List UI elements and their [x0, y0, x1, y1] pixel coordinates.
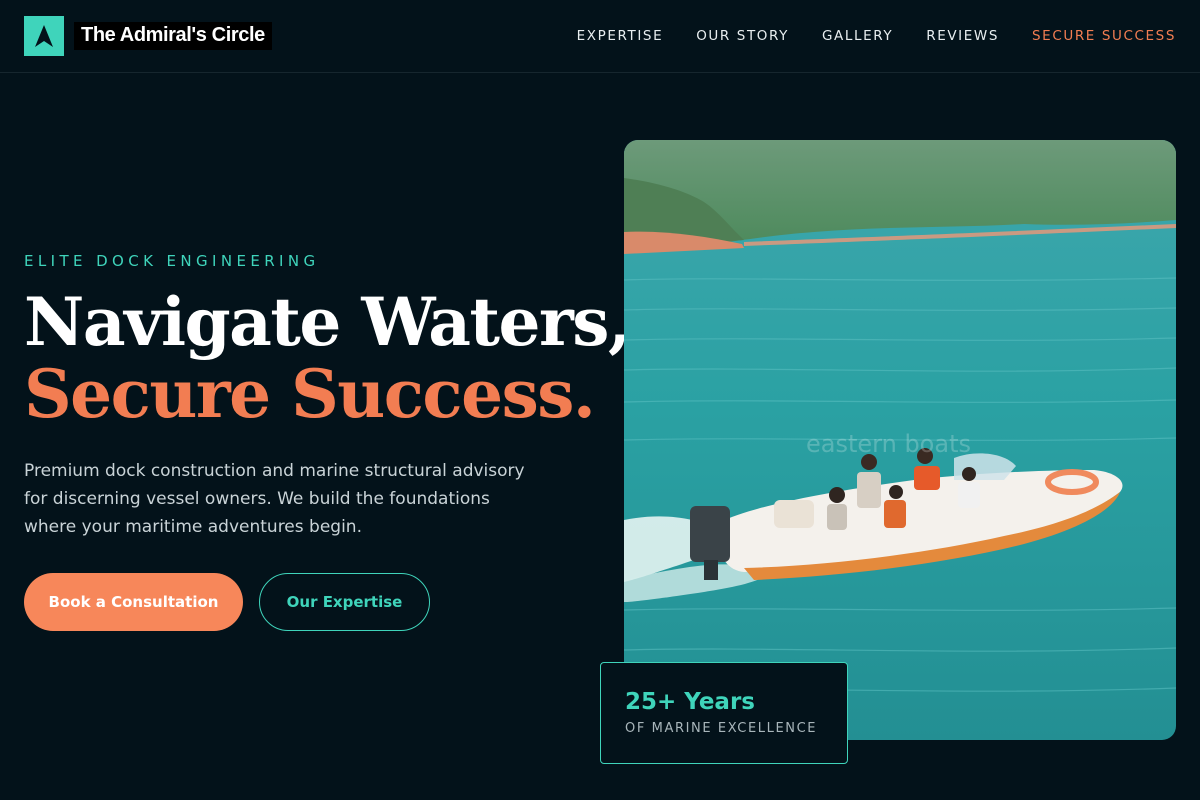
- nav-link-our-story[interactable]: OUR STORY: [696, 28, 789, 44]
- brand-logo: [24, 16, 64, 56]
- brand-name: The Admiral's Circle: [74, 22, 272, 50]
- speedboat-photo: eastern boats: [624, 140, 1176, 740]
- our-expertise-button[interactable]: Our Expertise: [259, 573, 430, 631]
- navigation-arrow-icon: [35, 25, 53, 47]
- stat-value: 25+ Years: [625, 689, 755, 715]
- top-navbar: The Admiral's Circle EXPERTISE OUR STORY…: [0, 0, 1200, 73]
- nav-link-secure-success[interactable]: SECURE SUCCESS: [1032, 28, 1176, 44]
- main-nav: EXPERTISE OUR STORY GALLERY REVIEWS SECU…: [577, 28, 1176, 44]
- nav-link-reviews[interactable]: REVIEWS: [926, 28, 999, 44]
- hero-headline-line2: Secure Success.: [24, 355, 596, 433]
- hero-eyebrow: ELITE DOCK ENGINEERING: [24, 252, 320, 270]
- hero-description: Premium dock construction and marine str…: [24, 461, 525, 537]
- book-consultation-button[interactable]: Book a Consultation: [24, 573, 243, 631]
- nav-link-expertise[interactable]: EXPERTISE: [577, 28, 664, 44]
- stat-label: OF MARINE EXCELLENCE: [625, 721, 818, 736]
- hero-boat-image: eastern boats: [624, 140, 1176, 740]
- landing-page: The Admiral's Circle EXPERTISE OUR STORY…: [0, 0, 1200, 800]
- nav-link-gallery[interactable]: GALLERY: [822, 28, 893, 44]
- experience-stat-card: 25+ Years OF MARINE EXCELLENCE: [600, 662, 848, 764]
- brand[interactable]: The Admiral's Circle: [24, 16, 272, 56]
- hero-headline-line1: Navigate Waters,: [24, 283, 631, 361]
- hero-headline: Navigate Waters, Secure Success.: [24, 283, 631, 433]
- image-watermark: eastern boats: [806, 430, 971, 458]
